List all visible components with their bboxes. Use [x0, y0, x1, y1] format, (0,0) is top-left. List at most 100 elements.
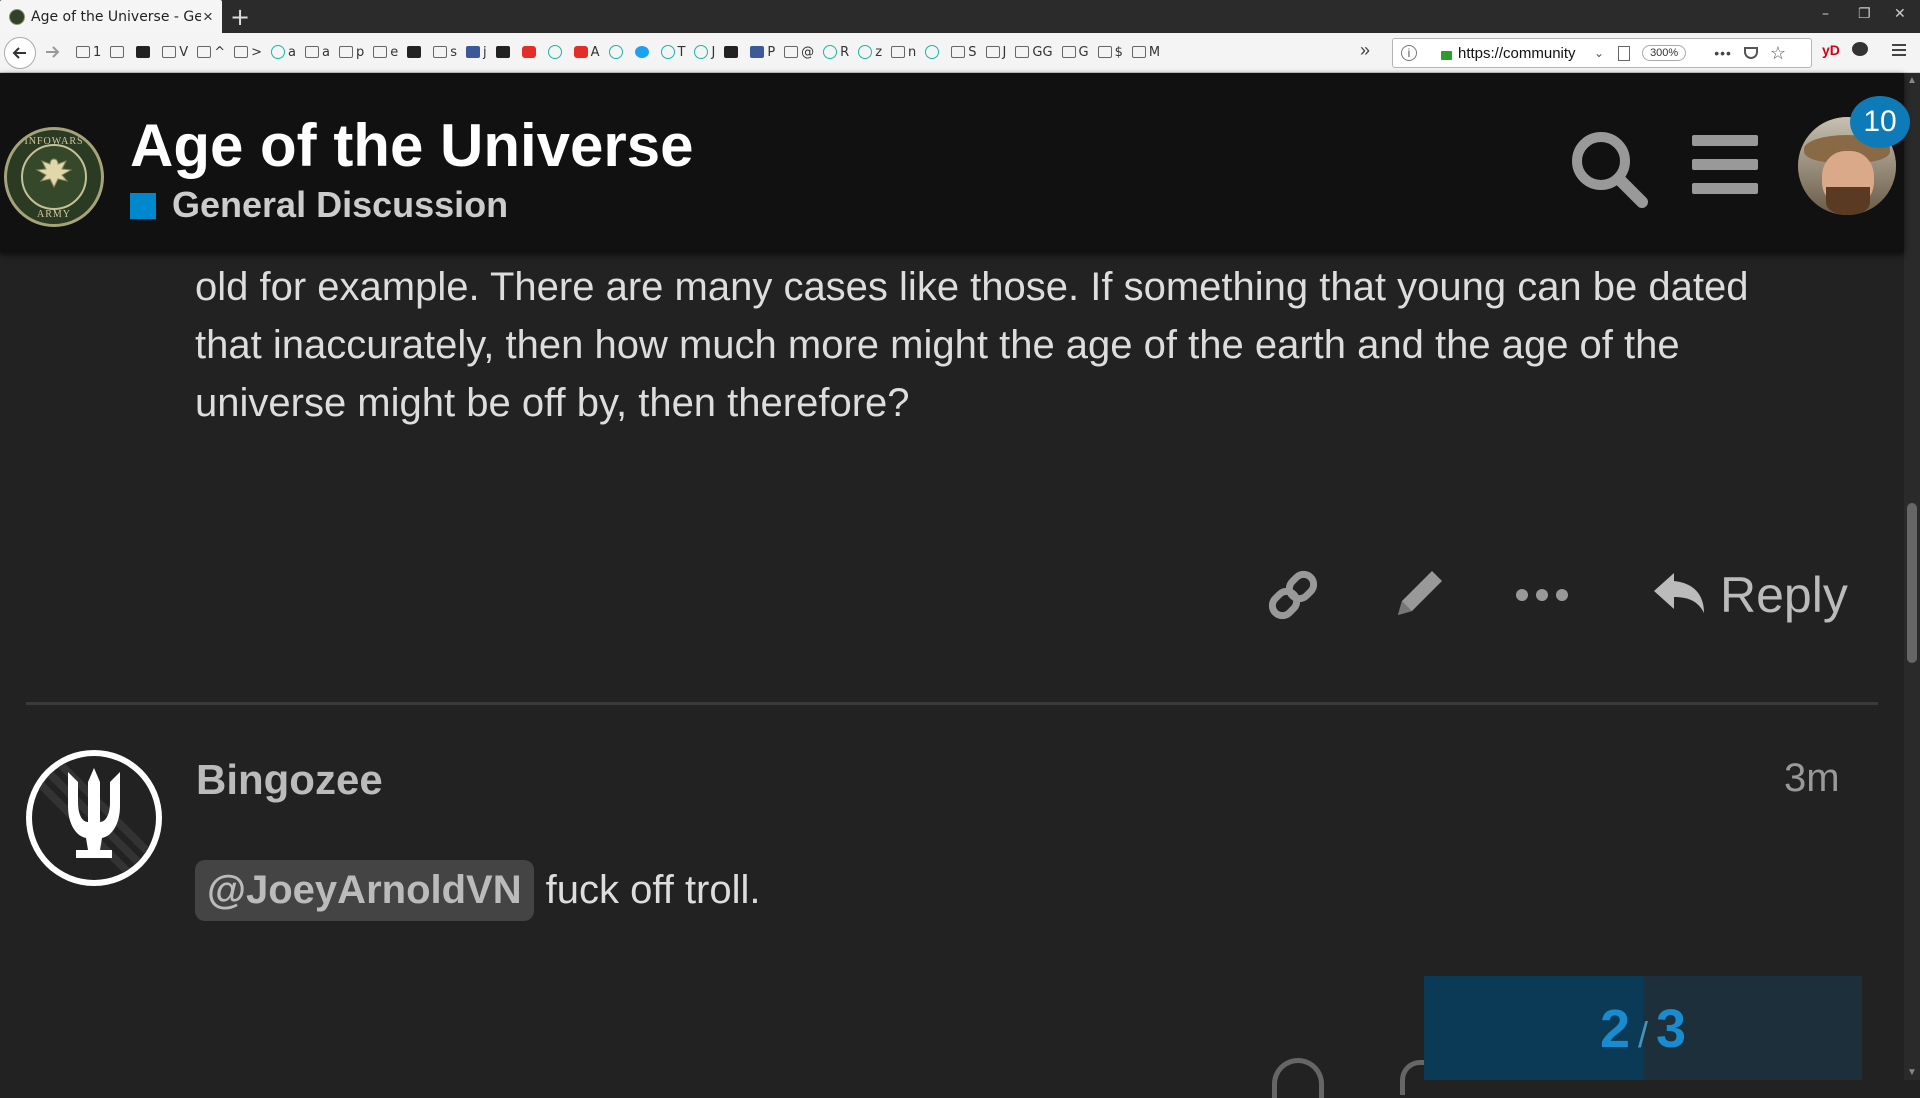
forward-arrow-icon: [46, 46, 60, 58]
bookmark-item[interactable]: [132, 40, 157, 64]
navigation-toolbar: 1 V ^ > a a p e s j A T J P @ Rz n S J GG G $ M » i https://co…: [0, 33, 1920, 73]
more-actions-icon[interactable]: [1512, 565, 1572, 625]
forward-button[interactable]: [40, 37, 64, 67]
bookmark-item[interactable]: R: [819, 40, 853, 64]
bookmark-label: p: [355, 44, 365, 60]
bookmark-item[interactable]: J: [690, 40, 719, 64]
topic-progress[interactable]: 2/3: [1424, 976, 1862, 1080]
window-close-button[interactable]: ✕: [1894, 6, 1906, 22]
bookmark-item[interactable]: [631, 40, 656, 64]
post-author[interactable]: Bingozee: [196, 756, 383, 804]
bookmark-item[interactable]: S: [947, 40, 980, 64]
copy-link-icon[interactable]: [1262, 565, 1324, 625]
bookmark-item[interactable]: $: [1094, 40, 1127, 64]
bookmark-item[interactable]: [544, 40, 569, 64]
bookmark-item[interactable]: a: [267, 40, 300, 64]
circle-icon: [608, 45, 623, 59]
tab-close-icon[interactable]: ×: [203, 7, 213, 27]
bookmark-label: G: [1078, 44, 1089, 60]
post-divider: [26, 702, 1878, 705]
bookmark-item[interactable]: a: [301, 40, 334, 64]
hamburger-menu-icon[interactable]: [1692, 135, 1758, 195]
bookmark-item[interactable]: P: [746, 40, 779, 64]
search-icon[interactable]: [1568, 128, 1648, 208]
chevron-down-icon[interactable]: ⌄: [1594, 46, 1604, 60]
bookmark-item[interactable]: ^: [193, 40, 229, 64]
edit-pencil-icon[interactable]: [1388, 565, 1448, 625]
facebook-icon: [750, 46, 765, 58]
user-mention-link[interactable]: @JoeyArnoldVN: [195, 860, 534, 921]
like-heart-icon[interactable]: [1272, 1058, 1324, 1098]
reply-button[interactable]: Reply: [1652, 565, 1848, 625]
scrollbar-thumb[interactable]: [1907, 503, 1917, 663]
zoom-level[interactable]: 300%: [1642, 45, 1687, 61]
bookmark-item[interactable]: J: [982, 40, 1011, 64]
minimize-button[interactable]: –: [1822, 6, 1829, 22]
scroll-up-icon[interactable]: ▲: [1907, 75, 1917, 86]
bookmark-item[interactable]: GG: [1011, 40, 1056, 64]
bookmark-item[interactable]: n: [887, 40, 920, 64]
bookmark-item[interactable]: A: [570, 40, 604, 64]
bookmark-item[interactable]: @: [780, 40, 818, 64]
dark-icon: [407, 46, 422, 58]
extension-icon[interactable]: [1852, 42, 1868, 56]
bookmark-label: V: [179, 44, 189, 60]
circle-icon: [858, 45, 873, 59]
bookmark-item[interactable]: [518, 40, 543, 64]
bookmark-item[interactable]: [492, 40, 517, 64]
post-body: old for example. There are many cases li…: [195, 258, 1855, 432]
site-header: INFOWARS ARMY Age of the Universe Genera…: [0, 73, 1904, 253]
bookmark-item[interactable]: z: [854, 40, 886, 64]
bookmark-item[interactable]: >: [230, 40, 266, 64]
notification-badge[interactable]: 10: [1850, 96, 1910, 148]
bookmark-item[interactable]: [720, 40, 745, 64]
lock-icon: [1441, 50, 1452, 60]
site-info-icon[interactable]: i: [1401, 45, 1417, 61]
scroll-down-icon[interactable]: ▼: [1907, 1067, 1917, 1078]
bookmark-item[interactable]: [106, 40, 131, 64]
folder-icon: [197, 46, 212, 58]
youtube-icon: [573, 46, 588, 58]
bookmark-label: a: [321, 44, 330, 60]
pocket-icon[interactable]: [1743, 47, 1758, 59]
ext-yd-icon[interactable]: yD: [1822, 42, 1840, 58]
bookmark-label: $: [1114, 44, 1123, 60]
bookmark-item[interactable]: T: [657, 40, 690, 64]
reader-view-icon[interactable]: [1618, 45, 1631, 61]
address-bar[interactable]: i https://community ⌄ 300% ••• ☆: [1392, 38, 1812, 68]
page-scrollbar[interactable]: ▲ ▼: [1904, 73, 1920, 1080]
url-text[interactable]: https://community: [1458, 45, 1588, 62]
restore-button[interactable]: ❐: [1858, 6, 1871, 22]
back-button[interactable]: [4, 37, 36, 69]
bookmark-item[interactable]: [605, 40, 630, 64]
bookmarks-overflow-button[interactable]: »: [1360, 40, 1370, 61]
back-arrow-icon: [12, 47, 26, 59]
bookmark-label: T: [677, 44, 686, 60]
bookmark-item[interactable]: 1: [72, 40, 105, 64]
category-link[interactable]: General Discussion: [172, 184, 508, 226]
circle-icon: [271, 45, 285, 59]
folder-icon: [891, 46, 906, 58]
site-logo[interactable]: INFOWARS ARMY: [4, 127, 104, 227]
post-timestamp[interactable]: 3m: [1784, 756, 1840, 801]
page-actions-icon[interactable]: •••: [1714, 45, 1732, 61]
bookmark-star-icon[interactable]: ☆: [1770, 43, 1786, 64]
bookmark-item[interactable]: p: [335, 40, 368, 64]
browser-menu-icon[interactable]: [1892, 44, 1906, 56]
bookmark-item[interactable]: [921, 40, 946, 64]
folder-icon: [433, 46, 448, 58]
progress-total: 3: [1656, 999, 1687, 1059]
user-avatar[interactable]: [26, 750, 162, 886]
bookmark-item[interactable]: G: [1058, 40, 1093, 64]
youtube-icon: [521, 46, 536, 58]
bookmark-item[interactable]: V: [158, 40, 192, 64]
bookmark-item[interactable]: M: [1128, 40, 1164, 64]
browser-tab[interactable]: Age of the Universe - General Discussion…: [0, 0, 222, 33]
folder-icon: [985, 46, 1000, 58]
topic-title[interactable]: Age of the Universe: [130, 111, 693, 180]
bookmark-item[interactable]: [403, 40, 428, 64]
bookmark-item[interactable]: e: [369, 40, 402, 64]
bookmark-item[interactable]: s: [429, 40, 461, 64]
new-tab-button[interactable]: +: [230, 3, 250, 31]
bookmark-item[interactable]: j: [462, 40, 491, 64]
